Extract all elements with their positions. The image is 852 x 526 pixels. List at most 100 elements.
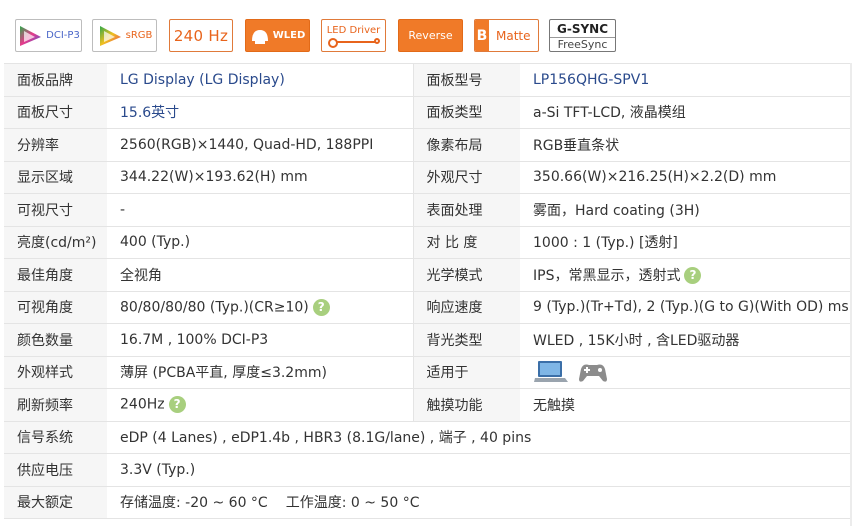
spec-label: 颜色数量 — [4, 323, 107, 356]
spec-value: 400 (Typ.) — [107, 225, 414, 259]
lamp-icon — [251, 29, 268, 44]
srgb-badge[interactable]: sRGB — [92, 19, 157, 52]
spec-value-text: 薄屏 (PCBA平直, 厚度≤3.2mm) — [120, 365, 327, 382]
dci-p3-label: DCI-P3 — [46, 30, 80, 41]
table-row: 亮度(cd/m²) 400 (Typ.) 对 比 度 1000 : 1 (Typ.) … — [4, 225, 852, 259]
gamepad-icon[interactable] — [577, 359, 609, 385]
spec-label: 信号系统 — [4, 420, 107, 454]
device-icons — [533, 359, 609, 385]
table-row: 分辨率 2560(RGB)×1440, Quad-HD, 188PPI 像素布局 RG… — [4, 128, 852, 161]
table-row: 颜色数量 16.7M , 100% DCI-P3 背光类型 WLED , 15K小时 … — [4, 323, 852, 356]
spec-value: 350.66(W)×216.25(H)×2.2(D) mm — [520, 160, 852, 194]
spec-value: LG Display (LG Display) — [107, 63, 414, 96]
spec-label: 像素布局 — [413, 128, 520, 161]
matte-letter: B — [475, 20, 489, 51]
spec-value-text[interactable]: 15.6英寸 — [120, 105, 179, 121]
spec-value: IPS，常黑显示，透射式? — [520, 258, 852, 291]
spec-value-text: 240Hz — [120, 396, 165, 413]
spec-value: - — [107, 193, 414, 226]
help-icon[interactable]: ? — [312, 298, 330, 316]
spec-label: 供应电压 — [4, 453, 107, 486]
spec-value: 344.22(W)×193.62(H) mm — [107, 160, 414, 194]
spec-value: 2560(RGB)×1440, Quad-HD, 188PPI — [107, 128, 414, 161]
spec-value: WLED , 15K小时 , 含LED驱动器 — [520, 323, 852, 356]
spec-value: LP156QHG-SPV1 — [520, 63, 852, 96]
spec-value-text: 16.7M , 100% DCI-P3 — [120, 331, 269, 348]
spec-value-text: - — [120, 201, 126, 218]
table-row: 可视角度 80/80/80/80 (Typ.)(CR≥10)? 响应速度 9 (Typ… — [4, 290, 852, 324]
spec-value-text: a-Si TFT-LCD, 液晶模组 — [533, 105, 686, 122]
wled-badge[interactable]: WLED — [245, 19, 310, 52]
spec-value-text: eDP (4 Lanes) , eDP1.4b , HBR3 (8.1G/lan… — [120, 430, 532, 447]
spec-value: 3.3V (Typ.) — [107, 453, 852, 486]
table-row: 可视尺寸 - 表面处理 雾面，Hard coating (3H) — [4, 193, 852, 226]
spec-value: 80/80/80/80 (Typ.)(CR≥10)? — [107, 290, 414, 324]
matte-label: Matte — [496, 28, 531, 43]
spec-value-text: 1000 : 1 (Typ.) [透射] — [533, 235, 678, 252]
spec-label: 显示区域 — [4, 160, 107, 194]
spec-value-text: 80/80/80/80 (Typ.)(CR≥10) — [120, 299, 309, 316]
spec-label: 响应速度 — [413, 290, 520, 324]
srgb-label: sRGB — [125, 30, 153, 41]
table-row: 显示区域 344.22(W)×193.62(H) mm 外观尺寸 350.66(W)×… — [4, 160, 852, 194]
spec-value-text[interactable]: LP156QHG-SPV1 — [533, 72, 649, 88]
spec-label: 面板型号 — [413, 63, 520, 96]
spec-value-text: 400 (Typ.) — [120, 234, 191, 251]
spec-label: 最大额定 — [4, 485, 107, 519]
table-row: 供应电压 3.3V (Typ.) — [4, 453, 852, 486]
spec-label: 刷新频率 — [4, 388, 107, 421]
table-row: 刷新频率 240Hz? 触摸功能 无触摸 — [4, 388, 852, 421]
spec-label: 可视尺寸 — [4, 193, 107, 226]
spec-value-text[interactable]: LG Display (LG Display) — [120, 72, 285, 88]
gsync-freesync-badge[interactable]: G-SYNC FreeSync — [549, 19, 616, 52]
spec-value: 无触摸 — [520, 388, 852, 421]
matte-badge[interactable]: B Matte — [474, 19, 539, 52]
help-icon[interactable]: ? — [684, 267, 702, 285]
spec-label: 对 比 度 — [413, 225, 520, 259]
spec-label: 最佳角度 — [4, 258, 107, 291]
spec-label: 面板类型 — [413, 95, 520, 129]
spec-value: eDP (4 Lanes) , eDP1.4b , HBR3 (8.1G/lan… — [107, 420, 852, 454]
color-gamut-triangle-icon — [20, 25, 42, 46]
spec-value: 15.6英寸 — [107, 95, 414, 129]
spec-value: 薄屏 (PCBA平直, 厚度≤3.2mm) — [107, 355, 414, 389]
feature-badges: DCI-P3 sRGB 240 Hz WLED LED Driver Rever… — [0, 0, 852, 68]
spec-label: 面板尺寸 — [4, 95, 107, 129]
spec-value-text: WLED , 15K小时 , 含LED驱动器 — [533, 332, 740, 349]
spec-value-text: RGB垂直条状 — [533, 137, 620, 154]
spec-value-text: 无触摸 — [533, 397, 575, 414]
laptop-icon[interactable] — [533, 359, 569, 385]
table-row: 面板尺寸 15.6英寸 面板类型 a-Si TFT-LCD, 液晶模组 — [4, 95, 852, 129]
spec-value-text: IPS，常黑显示，透射式 — [533, 267, 681, 284]
spec-value: 雾面，Hard coating (3H) — [520, 193, 852, 226]
table-row: 最大额定 存储温度: -20 ~ 60 °C 工作温度: 0 ~ 50 °C — [4, 485, 852, 519]
spec-value-text: 全视角 — [120, 267, 162, 284]
spec-label: 表面处理 — [413, 193, 520, 226]
spec-value: 16.7M , 100% DCI-P3 — [107, 323, 414, 356]
reverse-label: Reverse — [408, 29, 453, 42]
spec-value-text: 雾面，Hard coating (3H) — [533, 202, 700, 219]
help-icon[interactable]: ? — [168, 396, 186, 414]
led-driver-badge[interactable]: LED Driver — [321, 19, 386, 52]
spec-value-text: 350.66(W)×216.25(H)×2.2(D) mm — [533, 169, 777, 186]
table-row: 最佳角度 全视角 光学模式 IPS，常黑显示，透射式? — [4, 258, 852, 291]
spec-label: 面板品牌 — [4, 63, 107, 96]
table-row: 面板品牌 LG Display (LG Display) 面板型号 LP156QHG-… — [4, 63, 852, 96]
spec-value: RGB垂直条状 — [520, 128, 852, 161]
spec-value-text: 344.22(W)×193.62(H) mm — [120, 169, 308, 186]
refresh-rate-label: 240 Hz — [173, 26, 229, 45]
spec-label: 可视角度 — [4, 290, 107, 324]
reverse-badge[interactable]: Reverse — [398, 19, 463, 52]
spec-label: 适用于 — [413, 355, 520, 389]
spec-value: 全视角 — [107, 258, 414, 291]
led-driver-label: LED Driver — [326, 25, 381, 36]
spec-label: 触摸功能 — [413, 388, 520, 421]
spec-value-text: 2560(RGB)×1440, Quad-HD, 188PPI — [120, 136, 374, 153]
refresh-rate-badge[interactable]: 240 Hz — [169, 19, 233, 52]
wled-label: WLED — [272, 30, 306, 41]
color-gamut-triangle-icon — [99, 25, 121, 46]
spec-value-text: 9 (Typ.)(Tr+Td), 2 (Typ.)(G to G)(With O… — [533, 299, 849, 316]
dci-p3-badge[interactable]: DCI-P3 — [15, 19, 82, 52]
spec-label: 外观尺寸 — [413, 160, 520, 194]
spec-value: 9 (Typ.)(Tr+Td), 2 (Typ.)(G to G)(With O… — [520, 290, 852, 324]
